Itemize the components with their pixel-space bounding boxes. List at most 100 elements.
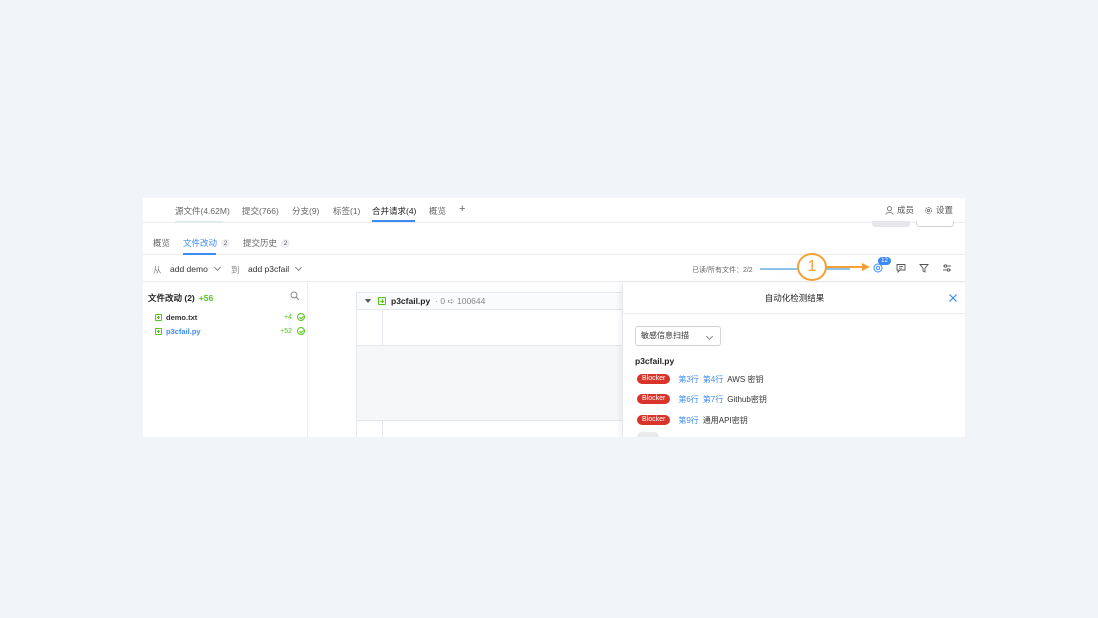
diff-file-header[interactable]: p3cfail.py · 0 ➪ 100644	[357, 293, 623, 310]
panel-title: 自动化检测结果	[623, 283, 965, 314]
read-files-count: 已读/所有文件：2/2	[692, 267, 753, 274]
search-icon	[290, 291, 300, 301]
file-added-lines: +4	[284, 313, 292, 321]
file-added-icon	[155, 327, 162, 335]
commit-history-count-badge: 2	[281, 238, 291, 248]
line-number-gutter	[357, 421, 383, 437]
tab-overview[interactable]: 概览	[429, 205, 446, 217]
from-label: 从	[153, 265, 162, 275]
nav-indicator-ghost	[175, 221, 223, 222]
close-button[interactable]	[948, 293, 958, 303]
line-link[interactable]: 第6行	[678, 394, 698, 405]
issue-row: Blocker 第3行 第4行 AWS 密钥	[637, 373, 763, 385]
settings-link[interactable]: 设置	[924, 204, 953, 216]
scan-type-select[interactable]: 敏感信息扫描	[635, 326, 721, 346]
branch-compare-bar: 从 add demo 到 add p3cfail 已读/所有文件：2/2 12	[143, 256, 965, 282]
line-link[interactable]: 第9行	[678, 415, 698, 426]
tab-tags[interactable]: 标签(1)	[333, 205, 360, 217]
line-link[interactable]: 第7行	[703, 394, 723, 405]
subtab-overview-label: 概览	[153, 238, 171, 248]
issue-row: Blocker 第9行 通用API密钥	[637, 414, 748, 426]
diff-divider	[357, 420, 624, 421]
collapse-triangle-icon[interactable]	[365, 299, 371, 303]
mr-subtabs: 概览 文件改动 2 提交历史 2	[143, 231, 965, 255]
repo-nav: 源文件(4.62M) 提交(766) 分支(9) 标签(1) 合并请求(4) 概…	[143, 198, 965, 223]
file-reviewed-icon	[297, 313, 305, 321]
comments-button[interactable]	[894, 261, 908, 275]
collapsed-lines-band[interactable]	[357, 346, 624, 420]
file-name: demo.txt	[166, 312, 198, 322]
issue-description: AWS 密钥	[727, 374, 764, 384]
to-label: 到	[231, 265, 240, 275]
file-tree-pane: 文件改动 (2) +56 demo.txt +4 p3cfail.py +52	[143, 283, 308, 437]
to-branch-select[interactable]: add p3cfail	[248, 263, 303, 274]
view-settings-button[interactable]	[940, 261, 954, 275]
file-name: p3cfail.py	[166, 326, 201, 336]
from-branch-name: add demo	[170, 264, 208, 274]
filter-icon	[919, 264, 929, 273]
severity-badge: Blocker	[637, 415, 671, 425]
active-subtab-indicator	[183, 253, 216, 255]
chevron-down-icon	[295, 263, 303, 272]
file-added-icon	[155, 313, 162, 321]
line-link[interactable]: 第4行	[703, 374, 723, 385]
total-added-lines: +56	[198, 293, 214, 303]
annotation-arrow-head	[862, 263, 870, 271]
obscured-button-outline[interactable]	[916, 221, 954, 227]
issue-description: 通用API密钥	[702, 415, 748, 425]
from-branch-select[interactable]: add demo	[170, 263, 221, 274]
file-tree-title-text: 文件改动 (2)	[148, 293, 195, 303]
obscured-button[interactable]	[872, 221, 910, 227]
to-branch: 到	[231, 264, 240, 276]
subtab-file-changes-label: 文件改动	[183, 238, 218, 248]
auto-detection-panel: 自动化检测结果 敏感信息扫描 p3cfail.py Blocker 第3行 第4…	[622, 283, 965, 437]
subtab-overview[interactable]: 概览	[153, 237, 170, 249]
issue-description: Github密钥	[727, 394, 767, 404]
tab-branches[interactable]: 分支(9)	[292, 205, 319, 217]
settings-label: 设置	[936, 205, 954, 215]
file-reviewed-icon	[297, 327, 305, 335]
close-icon	[949, 294, 957, 302]
add-tab-button[interactable]: +	[459, 203, 465, 215]
scan-type-value: 敏感信息扫描	[641, 331, 689, 340]
line-number-gutter	[357, 311, 383, 345]
to-branch-name: add p3cfail	[248, 264, 290, 274]
filter-button[interactable]	[917, 261, 931, 275]
diff-file-name: p3cfail.py	[391, 296, 431, 306]
issue-row: Blocker 第6行 第7行 Github密钥	[637, 393, 767, 405]
members-link[interactable]: 成员	[885, 204, 914, 216]
file-item-p3cfail[interactable]: p3cfail.py +52	[155, 325, 305, 337]
chevron-down-icon	[705, 332, 714, 341]
subtab-commit-history[interactable]: 提交历史 2	[243, 237, 291, 249]
user-icon	[885, 205, 894, 215]
file-added-icon	[378, 297, 386, 305]
file-search-button[interactable]	[290, 291, 300, 303]
file-item-demo[interactable]: demo.txt +4	[155, 311, 305, 323]
tab-merge-requests[interactable]: 合并请求(4)	[372, 205, 416, 217]
result-file-name: p3cfail.py	[635, 356, 675, 366]
tab-commits[interactable]: 提交(766)	[242, 205, 279, 217]
gear-icon	[925, 206, 932, 214]
severity-badge-placeholder	[637, 432, 659, 437]
sliders-icon	[943, 264, 951, 272]
diff-view: p3cfail.py · 0 ➪ 100644	[356, 292, 624, 437]
comment-icon	[896, 264, 906, 273]
line-link[interactable]: 第3行	[678, 374, 698, 385]
diff-file-mode: · 0 ➪ 100644	[435, 295, 486, 306]
members-label: 成员	[897, 205, 915, 215]
file-added-lines: +52	[280, 327, 292, 335]
detection-count-badge: 12	[878, 257, 891, 265]
active-tab-indicator	[372, 220, 415, 222]
severity-badge: Blocker	[637, 394, 671, 404]
file-changes-count-badge: 2	[221, 238, 231, 248]
from-branch: 从	[153, 264, 162, 276]
issue-row-cutoff	[637, 431, 667, 437]
severity-badge: Blocker	[637, 374, 671, 384]
subtab-commit-history-label: 提交历史	[243, 238, 278, 248]
tab-source-files[interactable]: 源文件(4.62M)	[175, 205, 230, 217]
file-tree-title: 文件改动 (2) +56	[148, 292, 213, 304]
annotation-step-marker: 1	[797, 253, 827, 281]
chevron-down-icon	[213, 263, 221, 272]
merge-request-page: 源文件(4.62M) 提交(766) 分支(9) 标签(1) 合并请求(4) 概…	[143, 198, 965, 437]
subtab-file-changes[interactable]: 文件改动 2	[183, 237, 231, 249]
